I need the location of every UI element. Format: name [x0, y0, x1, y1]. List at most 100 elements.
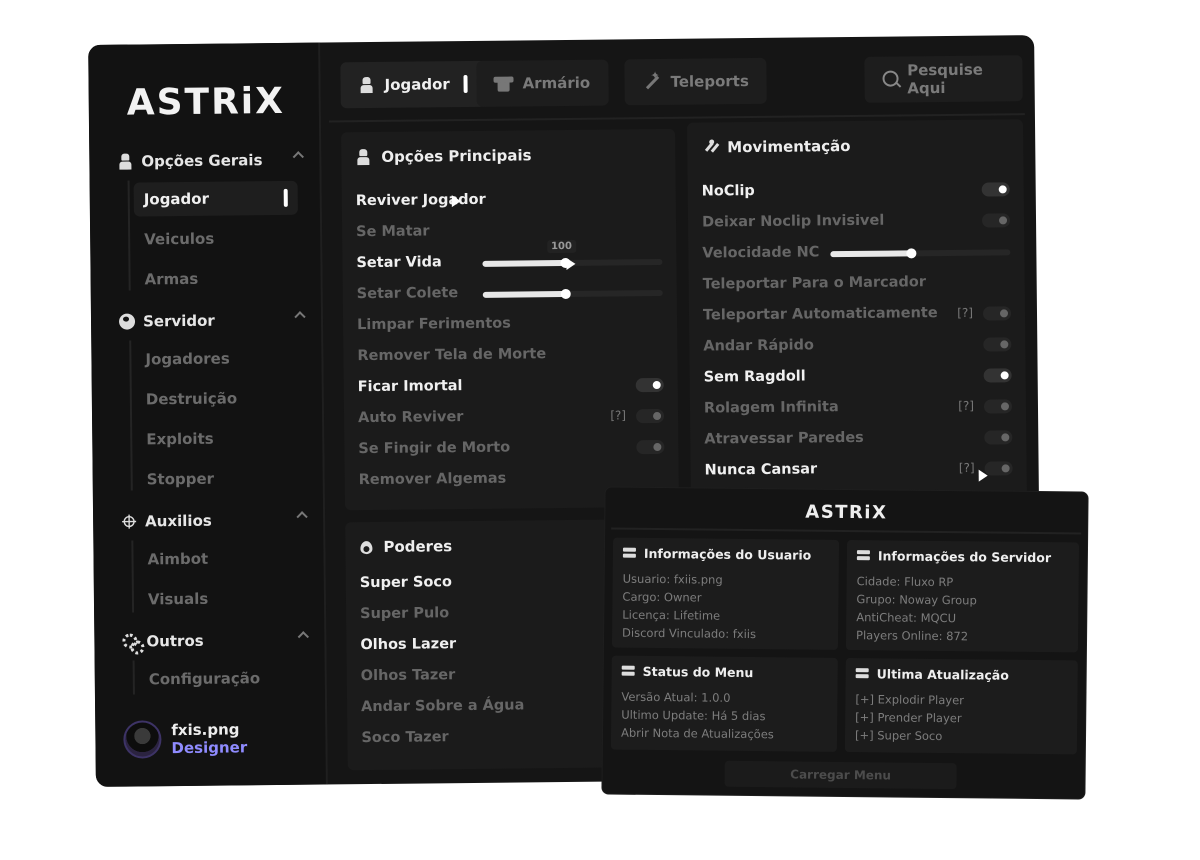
toggle-switch[interactable]: [983, 337, 1012, 352]
help-hint[interactable]: [?]: [610, 408, 626, 422]
toggle-switch[interactable]: [984, 430, 1013, 445]
chevron-up-icon[interactable]: [292, 151, 304, 163]
toggle-switch[interactable]: [636, 439, 665, 455]
option-row[interactable]: Setar Vida 100: [356, 239, 663, 276]
sidebar-section-outros[interactable]: Outros: [122, 631, 310, 651]
panel-title-text: Opções Principais: [381, 146, 532, 166]
card-line: [+] Explodir Player: [855, 692, 965, 708]
sidebar-section-auxilios[interactable]: Auxilios: [121, 511, 308, 531]
option-row[interactable]: Teleportar Para o Marcador: [703, 270, 1011, 297]
option-row[interactable]: Auto Reviver [?]: [358, 404, 665, 431]
toggle-switch[interactable]: [982, 306, 1012, 321]
sidebar-item-jogadores[interactable]: Jogadores: [135, 341, 299, 377]
option-row[interactable]: Se Fingir de Morto: [358, 435, 665, 462]
option-label: Limpar Ferimentos: [357, 315, 511, 334]
toggle-switch[interactable]: [983, 368, 1012, 383]
sidebar-tree-line: [127, 180, 131, 291]
tab-jogador[interactable]: Jogador: [340, 60, 486, 109]
toggle-switch[interactable]: [635, 408, 665, 424]
sidebar-section-label: Servidor: [142, 311, 215, 331]
sidebar-item-jogador[interactable]: Jogador: [133, 180, 298, 217]
fire-icon: [359, 539, 373, 555]
card-title: Informações do Servidor: [857, 548, 1051, 565]
value-slider[interactable]: [482, 288, 663, 300]
option-row[interactable]: Deixar Noclip Invisivel: [701, 208, 1011, 235]
sidebar-item-configuracao[interactable]: Configuração: [139, 661, 303, 697]
sidebar-item-destruicao[interactable]: Destruição: [136, 381, 300, 417]
person-icon: [358, 77, 374, 93]
slider-value: 100: [547, 239, 577, 254]
option-row[interactable]: Remover Tela de Morte: [357, 342, 663, 369]
toggle-switch[interactable]: [984, 461, 1013, 476]
option-row[interactable]: Teleportar Automaticamente [?]: [703, 301, 1012, 328]
toggle-switch[interactable]: [983, 399, 1013, 414]
sidebar-section-label: Opções Gerais: [141, 151, 263, 171]
sidebar-item-aimbot[interactable]: Aimbot: [137, 541, 301, 577]
sidebar-item-exploits[interactable]: Exploits: [136, 421, 300, 457]
wand-icon: [642, 73, 660, 91]
chevron-up-icon[interactable]: [294, 311, 306, 323]
option-label: Deixar Noclip Invisivel: [701, 212, 885, 231]
help-hint[interactable]: [?]: [958, 399, 974, 413]
option-row[interactable]: Nunca Cansar [?]: [705, 456, 1013, 483]
search-box[interactable]: Pesquise Aqui: [864, 55, 1023, 103]
tab-label: Teleports: [670, 72, 749, 91]
card-title: Status do Menu: [622, 664, 754, 680]
sidebar-item-veiculos[interactable]: Veiculos: [134, 221, 298, 257]
card-line: AntiCheat: MQCU: [856, 610, 957, 626]
slider-knob[interactable]: [560, 288, 571, 300]
option-row[interactable]: Velocidade NC: [702, 239, 1011, 266]
option-label: Setar Vida: [356, 254, 442, 272]
sidebar-section-opcoes-gerais[interactable]: Opções Gerais: [117, 151, 304, 171]
server-icon: [856, 668, 869, 679]
value-slider[interactable]: [830, 248, 1011, 259]
option-row[interactable]: Andar Rápido: [703, 332, 1012, 359]
info-window: ASTRiX Informações do Usuario Usuario: f…: [602, 487, 1088, 799]
tab-armario[interactable]: Armário: [476, 59, 609, 107]
release-notes-link[interactable]: Abrir Nota de Atualizações: [621, 726, 774, 742]
chevron-up-icon[interactable]: [297, 631, 310, 643]
search-icon: [882, 71, 897, 89]
mouse-cursor-icon: [566, 257, 576, 270]
option-row[interactable]: Sem Ragdoll: [704, 363, 1012, 390]
user-profile[interactable]: fxis.png Designer: [123, 719, 247, 759]
sidebar-item-stopper[interactable]: Stopper: [137, 461, 301, 497]
option-row[interactable]: Reviver Jogador: [356, 187, 662, 214]
tab-teleports[interactable]: Teleports: [624, 57, 768, 106]
option-label: Rolagem Infinita: [703, 399, 839, 417]
option-label: Olhos Lazer: [360, 636, 457, 654]
sidebar: ASTRiX Opções Gerais Jogador Veiculos Ar…: [88, 42, 328, 787]
card-line: Players Online: 872: [856, 628, 969, 644]
option-row[interactable]: NoClip: [702, 177, 1010, 204]
load-menu-button[interactable]: Carregar Menu: [724, 760, 957, 790]
toggle-switch[interactable]: [981, 213, 1011, 228]
card-title-text: Informações do Servidor: [877, 548, 1052, 566]
slider-fill: [482, 290, 566, 298]
card-line: [+] Super Soco: [854, 728, 943, 744]
option-row[interactable]: Setar Colete: [357, 280, 663, 307]
option-row[interactable]: Se Matar: [356, 218, 662, 245]
mouse-cursor-icon: [978, 469, 988, 482]
toggle-switch[interactable]: [981, 182, 1010, 197]
help-hint[interactable]: [?]: [959, 461, 975, 475]
option-row[interactable]: Limpar Ferimentos: [357, 311, 663, 338]
option-label: Se Matar: [356, 223, 430, 241]
option-label: Remover Algemas: [358, 470, 507, 489]
option-label: Nunca Cansar: [704, 461, 818, 479]
slider-fill: [830, 250, 912, 258]
toggle-switch[interactable]: [635, 377, 664, 393]
option-label: Andar Sobre a Água: [361, 697, 525, 716]
slider-knob[interactable]: [906, 248, 917, 259]
tab-label: Jogador: [384, 75, 450, 94]
sidebar-item-visuals[interactable]: Visuals: [138, 581, 302, 617]
server-icon: [857, 550, 870, 561]
chevron-up-icon[interactable]: [296, 511, 308, 523]
option-row[interactable]: Atravessar Paredes: [704, 425, 1013, 452]
sidebar-section-servidor[interactable]: Servidor: [118, 311, 306, 331]
option-row[interactable]: Rolagem Infinita [?]: [703, 394, 1013, 421]
option-row[interactable]: Ficar Imortal: [358, 373, 664, 400]
panel-movimentacao: Movimentação NoClip Deixar Noclip Invisiv…: [686, 119, 1027, 503]
help-hint[interactable]: [?]: [957, 306, 973, 320]
app-logo: ASTRiX: [126, 80, 286, 124]
sidebar-item-armas[interactable]: Armas: [134, 261, 298, 297]
